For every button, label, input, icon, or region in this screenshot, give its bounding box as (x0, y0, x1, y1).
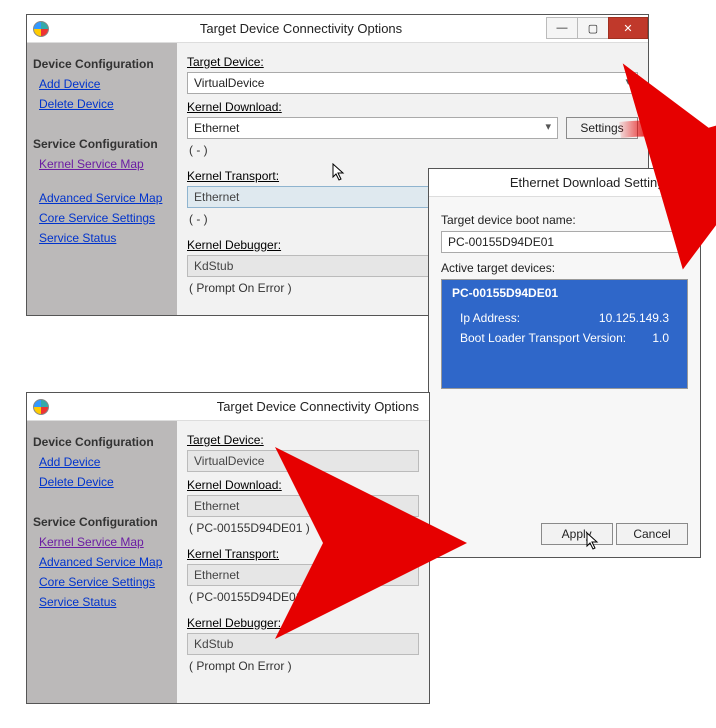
target-device-field[interactable]: VirtualDevice (187, 450, 419, 472)
boot-name-label: Target device boot name: (441, 213, 688, 227)
target-device-label: Target Device: (187, 55, 264, 69)
kernel-download-subtext: ( - ) (187, 139, 638, 163)
ip-address-label: Ip Address: (460, 311, 520, 325)
device-name: PC-00155D94DE01 (452, 286, 677, 300)
sidebar: Device Configuration Add Device Delete D… (27, 43, 177, 315)
window-title: Target Device Connectivity Options (55, 399, 429, 414)
apply-button[interactable]: Apply (541, 523, 613, 545)
sidebar-delete-device[interactable]: Delete Device (31, 473, 173, 493)
kernel-transport-value: Ethernet (194, 568, 239, 582)
sidebar-service-status[interactable]: Service Status (31, 593, 173, 613)
boot-name-dropdown[interactable]: PC-00155D94DE01 (441, 231, 688, 253)
kernel-debugger-label: Kernel Debugger: (187, 616, 281, 630)
kernel-download-subtext: ( PC-00155D94DE01 ) (187, 517, 419, 541)
window-title: Target Device Connectivity Options (55, 21, 547, 36)
active-devices-label: Active target devices: (441, 261, 688, 275)
sidebar-delete-device[interactable]: Delete Device (31, 95, 173, 115)
target-device-dropdown[interactable]: VirtualDevice (187, 72, 638, 94)
active-devices-list[interactable]: PC-00155D94DE01 Ip Address: 10.125.149.3… (441, 279, 688, 389)
kernel-debugger-label: Kernel Debugger: (187, 238, 281, 252)
kernel-download-label: Kernel Download: (187, 100, 282, 114)
close-button[interactable]: ✕ (678, 171, 700, 193)
target-device-label: Target Device: (187, 433, 264, 447)
sidebar: Device Configuration Add Device Delete D… (27, 421, 177, 703)
sidebar-service-status[interactable]: Service Status (31, 229, 173, 249)
kernel-debugger-value: KdStub (194, 259, 233, 273)
app-icon (33, 21, 49, 37)
sidebar-heading-service: Service Configuration (31, 131, 173, 155)
sidebar-heading-service: Service Configuration (31, 509, 173, 533)
sidebar-kernel-service-map[interactable]: Kernel Service Map (31, 533, 173, 553)
maximize-button[interactable]: ▢ (577, 17, 609, 39)
sidebar-heading-device: Device Configuration (31, 429, 173, 453)
connectivity-options-window-after: Target Device Connectivity Options Devic… (26, 392, 430, 704)
target-device-value: VirtualDevice (194, 76, 264, 90)
cursor-icon (332, 163, 346, 181)
sidebar-heading-device: Device Configuration (31, 51, 173, 75)
kernel-download-label: Kernel Download: (187, 478, 282, 492)
kernel-transport-label: Kernel Transport: (187, 169, 279, 183)
sidebar-advanced-service-map[interactable]: Advanced Service Map (31, 553, 173, 573)
kernel-debugger-field[interactable]: KdStub (187, 633, 419, 655)
titlebar[interactable]: Target Device Connectivity Options (27, 393, 429, 421)
sidebar-add-device[interactable]: Add Device (31, 75, 173, 95)
settings-button[interactable]: Settings (566, 117, 638, 139)
boot-loader-version-label: Boot Loader Transport Version: (460, 331, 626, 345)
content-pane: Target Device: VirtualDevice Kernel Down… (177, 421, 429, 703)
close-button[interactable]: ✕ (608, 17, 648, 39)
window-title: Ethernet Download Settings (429, 175, 679, 190)
sidebar-kernel-service-map[interactable]: Kernel Service Map (31, 155, 173, 175)
sidebar-core-service-settings[interactable]: Core Service Settings (31, 573, 173, 593)
target-device-value: VirtualDevice (194, 454, 264, 468)
minimize-button[interactable]: — (546, 17, 578, 39)
titlebar[interactable]: Ethernet Download Settings ✕ (429, 169, 700, 197)
sidebar-core-service-settings[interactable]: Core Service Settings (31, 209, 173, 229)
titlebar[interactable]: Target Device Connectivity Options — ▢ ✕ (27, 15, 648, 43)
device-list-item-selected[interactable]: PC-00155D94DE01 Ip Address: 10.125.149.3… (442, 280, 687, 388)
kernel-download-value: Ethernet (194, 121, 239, 135)
kernel-debugger-subtext: ( Prompt On Error ) (187, 655, 419, 679)
kernel-transport-value: Ethernet (194, 190, 239, 204)
app-icon (33, 399, 49, 415)
kernel-transport-field[interactable]: Ethernet (187, 564, 419, 586)
kernel-transport-subtext: ( PC-00155D94DE01 ) (187, 586, 419, 610)
boot-loader-version-value: 1.0 (652, 331, 669, 345)
ip-address-value: 10.125.149.3 (599, 311, 669, 325)
kernel-transport-label: Kernel Transport: (187, 547, 279, 561)
kernel-download-dropdown[interactable]: Ethernet (187, 117, 558, 139)
ethernet-download-settings-window: Ethernet Download Settings ✕ Target devi… (428, 168, 701, 558)
cursor-icon (586, 532, 600, 550)
cancel-button[interactable]: Cancel (616, 523, 688, 545)
kernel-download-field[interactable]: Ethernet (187, 495, 419, 517)
kernel-download-value: Ethernet (194, 499, 239, 513)
sidebar-add-device[interactable]: Add Device (31, 453, 173, 473)
boot-name-value: PC-00155D94DE01 (448, 235, 554, 249)
sidebar-advanced-service-map[interactable]: Advanced Service Map (31, 189, 173, 209)
kernel-debugger-value: KdStub (194, 637, 233, 651)
